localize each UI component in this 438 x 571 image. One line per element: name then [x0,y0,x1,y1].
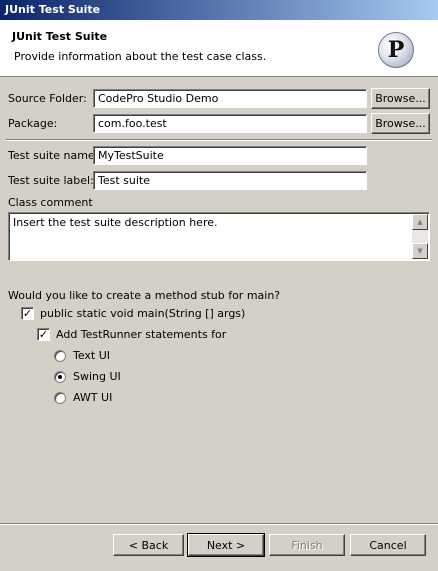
window-title: JUnit Test Suite [5,3,101,16]
main-method-checkbox-row[interactable]: ✓ public static void main(String [] args… [21,307,245,320]
source-folder-label: Source Folder: [8,92,87,105]
scroll-up-icon[interactable]: ▲ [412,214,428,230]
suite-name-input[interactable]: MyTestSuite [93,146,367,165]
scroll-down-icon[interactable]: ▼ [412,243,428,259]
package-label: Package: [8,117,58,130]
testrunner-checkbox-label: Add TestRunner statements for [56,328,227,341]
class-comment-text: Insert the test suite description here. [13,216,218,229]
codepro-logo-icon: P [378,32,414,68]
testrunner-checkbox-row[interactable]: ✓ Add TestRunner statements for [37,328,226,341]
suite-label-label: Test suite label: [8,174,94,187]
package-input[interactable]: com.foo.test [93,114,367,133]
check-icon: ✓ [22,307,33,320]
page-title: JUnit Test Suite [12,30,108,43]
source-folder-input[interactable]: CodePro Studio Demo [93,89,367,108]
logo-letter: P [387,37,405,63]
title-bar[interactable]: JUnit Test Suite [0,0,438,20]
check-icon: ✓ [38,328,49,341]
next-button[interactable]: Next > [187,533,265,557]
wizard-header: JUnit Test Suite Provide information abo… [0,20,438,77]
main-stub-question: Would you like to create a method stub f… [8,289,281,302]
radio-button[interactable] [54,391,66,404]
radio-text-ui[interactable]: Text UI [54,349,110,362]
main-method-checkbox-label: public static void main(String [] args) [40,307,246,320]
cancel-button[interactable]: Cancel [350,534,426,556]
radio-label: Swing UI [73,370,121,383]
suite-label-input[interactable]: Test suite [93,171,367,190]
class-comment-textarea[interactable]: Insert the test suite description here. … [8,212,430,261]
radio-selected-icon [58,374,62,379]
radio-label: AWT UI [73,391,113,404]
radio-awt-ui[interactable]: AWT UI [54,391,112,404]
radio-label: Text UI [73,349,111,362]
finish-button[interactable]: Finish [269,534,345,556]
main-method-checkbox[interactable]: ✓ [21,307,34,320]
source-folder-browse-button[interactable]: Browse... [371,88,430,109]
separator [6,139,432,141]
testrunner-checkbox[interactable]: ✓ [37,328,50,341]
class-comment-label: Class comment [8,196,93,209]
radio-button-selected[interactable] [54,370,66,383]
footer-separator [0,523,438,525]
radio-swing-ui[interactable]: Swing UI [54,370,121,383]
package-browse-button[interactable]: Browse... [371,113,430,134]
page-description: Provide information about the test case … [14,50,267,63]
suite-name-label: Test suite name: [8,149,99,162]
class-comment-scrollbar[interactable]: ▲ ▼ [412,214,428,259]
radio-button[interactable] [54,349,66,362]
back-button[interactable]: < Back [113,534,184,556]
